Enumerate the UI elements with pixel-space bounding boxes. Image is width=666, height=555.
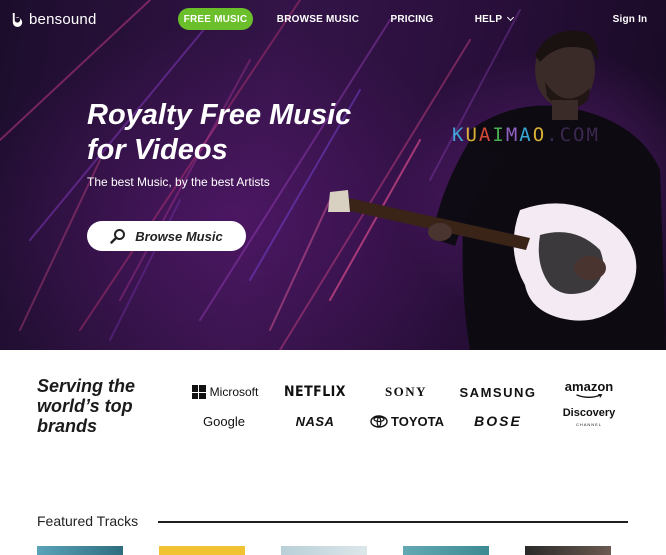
bensound-logo-icon (12, 12, 23, 27)
hero-title-line2: for Videos (87, 134, 228, 166)
sony-logo: SONY (384, 384, 428, 399)
toyota-logo: TOYOTA (368, 412, 446, 430)
track-thumbnail[interactable] (37, 546, 123, 555)
sign-in-link[interactable]: Sign In (608, 8, 652, 30)
hero-title: Royalty Free Music for Videos (87, 98, 387, 168)
bensound-logo[interactable]: bensound (10, 11, 97, 28)
microsoft-logo: Microsoft (189, 383, 261, 401)
google-logo: Google (203, 413, 245, 429)
nasa-logo: NASA (295, 413, 335, 429)
amazon-smile-icon (576, 394, 603, 398)
track-thumbnail[interactable] (403, 546, 489, 555)
search-icon (110, 229, 126, 244)
watermark: KUAIMAO.COM (452, 124, 600, 146)
hero-banner: bensound FREE MUSIC BROWSE MUSIC PRICING… (0, 0, 666, 350)
track-thumbnail[interactable] (281, 546, 367, 555)
pricing-link[interactable]: PRICING (386, 8, 438, 30)
help-label: HELP (474, 13, 503, 25)
chevron-down-icon (507, 13, 515, 22)
bose-logo: BOSE (474, 413, 522, 429)
discovery-logo: Discovery CHANNEL (562, 407, 616, 428)
microsoft-grid-icon (191, 385, 206, 399)
help-menu[interactable]: HELP (468, 8, 520, 30)
logo-text: bensound (29, 11, 97, 28)
track-thumbnail[interactable] (525, 546, 611, 555)
browse-music-link[interactable]: BROWSE MUSIC (273, 8, 363, 30)
free-music-button[interactable]: FREE MUSIC (178, 8, 253, 30)
browse-music-button[interactable]: Browse Music (87, 221, 246, 251)
hero-title-line1: Royalty Free Music (87, 99, 352, 131)
amazon-logo: amazon (564, 380, 614, 399)
featured-tracks-heading: Featured Tracks (37, 513, 139, 529)
toyota-emblem-icon (370, 414, 388, 428)
samsung-logo: SAMSUNG (459, 384, 537, 400)
browse-music-label: Browse Music (135, 228, 223, 244)
track-thumbnail[interactable] (159, 546, 245, 555)
hero-subtitle: The best Music, by the best Artists (87, 175, 270, 189)
featured-divider (158, 521, 628, 523)
netflix-logo: NETFLIX (284, 384, 346, 400)
brands-heading: Serving the world’s top brands (37, 376, 136, 436)
